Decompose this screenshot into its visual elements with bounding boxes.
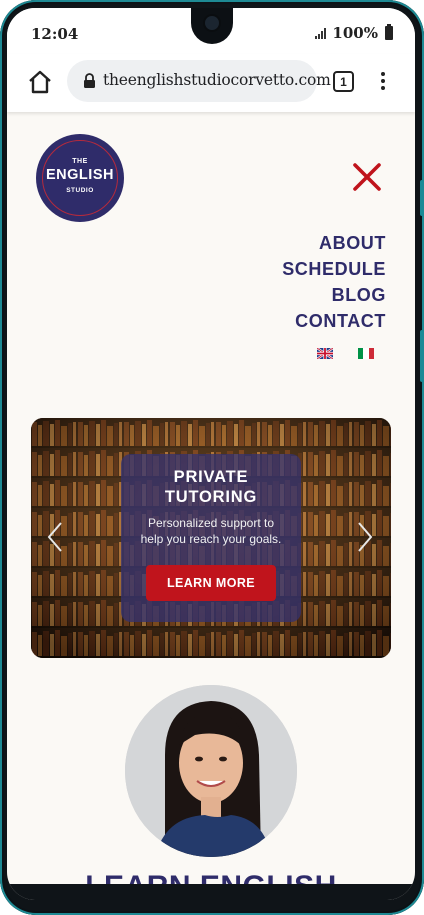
phone-frame: 12:04 100% theenglishstudiocorvetto.com (0, 0, 424, 915)
slide-title-line2: TUTORING (164, 488, 258, 506)
main-nav: ABOUT SCHEDULE BLOG CONTACT (282, 230, 386, 334)
chevron-left-icon[interactable] (45, 520, 65, 554)
volume-button (420, 180, 424, 216)
lock-icon (84, 73, 95, 88)
tab-switcher-button[interactable]: 1 (333, 71, 354, 92)
italy-flag-icon[interactable] (358, 348, 374, 359)
address-bar[interactable]: theenglishstudiocorvetto.com (67, 60, 331, 102)
browser-toolbar: theenglishstudiocorvetto.com 1 (7, 54, 415, 112)
close-x-icon[interactable] (352, 162, 382, 192)
slide-sub-line2: help you reach your goals. (140, 531, 282, 546)
status-right: 100% (315, 24, 393, 42)
more-vertical-icon[interactable] (375, 70, 391, 94)
teacher-portrait-image (125, 685, 297, 857)
bottom-bezel (7, 884, 415, 900)
status-bar: 12:04 100% (7, 8, 415, 54)
slide-title: PRIVATE TUTORING (121, 467, 301, 507)
uk-flag-icon[interactable] (317, 348, 333, 359)
logo-text-english: ENGLISH (46, 167, 114, 183)
nav-schedule[interactable]: SCHEDULE (282, 256, 386, 282)
nav-about[interactable]: ABOUT (282, 230, 386, 256)
battery-percent: 100% (332, 24, 378, 42)
nav-blog[interactable]: BLOG (282, 282, 386, 308)
battery-icon (385, 24, 393, 40)
site-logo[interactable]: THE ENGLISH STUDIO (36, 134, 124, 222)
front-camera (191, 8, 233, 44)
signal-bars-icon (315, 27, 327, 39)
logo-text-the: THE (72, 158, 88, 165)
chevron-right-icon[interactable] (355, 520, 375, 554)
hero-carousel: PRIVATE TUTORING Personalized support to… (31, 418, 391, 658)
url-text[interactable]: theenglishstudiocorvetto.com (103, 71, 331, 89)
slide-subtitle: Personalized support to help you reach y… (121, 516, 301, 547)
power-button (420, 330, 424, 382)
logo-text-studio: STUDIO (66, 187, 94, 194)
slide-title-line1: PRIVATE (173, 468, 249, 486)
slide-sub-line1: Personalized support to (147, 516, 275, 530)
nav-contact[interactable]: CONTACT (282, 308, 386, 334)
slide-caption-box: PRIVATE TUTORING Personalized support to… (121, 454, 301, 622)
status-time: 12:04 (31, 25, 79, 43)
home-icon[interactable] (27, 69, 53, 95)
screen: 12:04 100% theenglishstudiocorvetto.com (7, 8, 415, 900)
learn-more-button[interactable]: LEARN MORE (146, 565, 276, 601)
